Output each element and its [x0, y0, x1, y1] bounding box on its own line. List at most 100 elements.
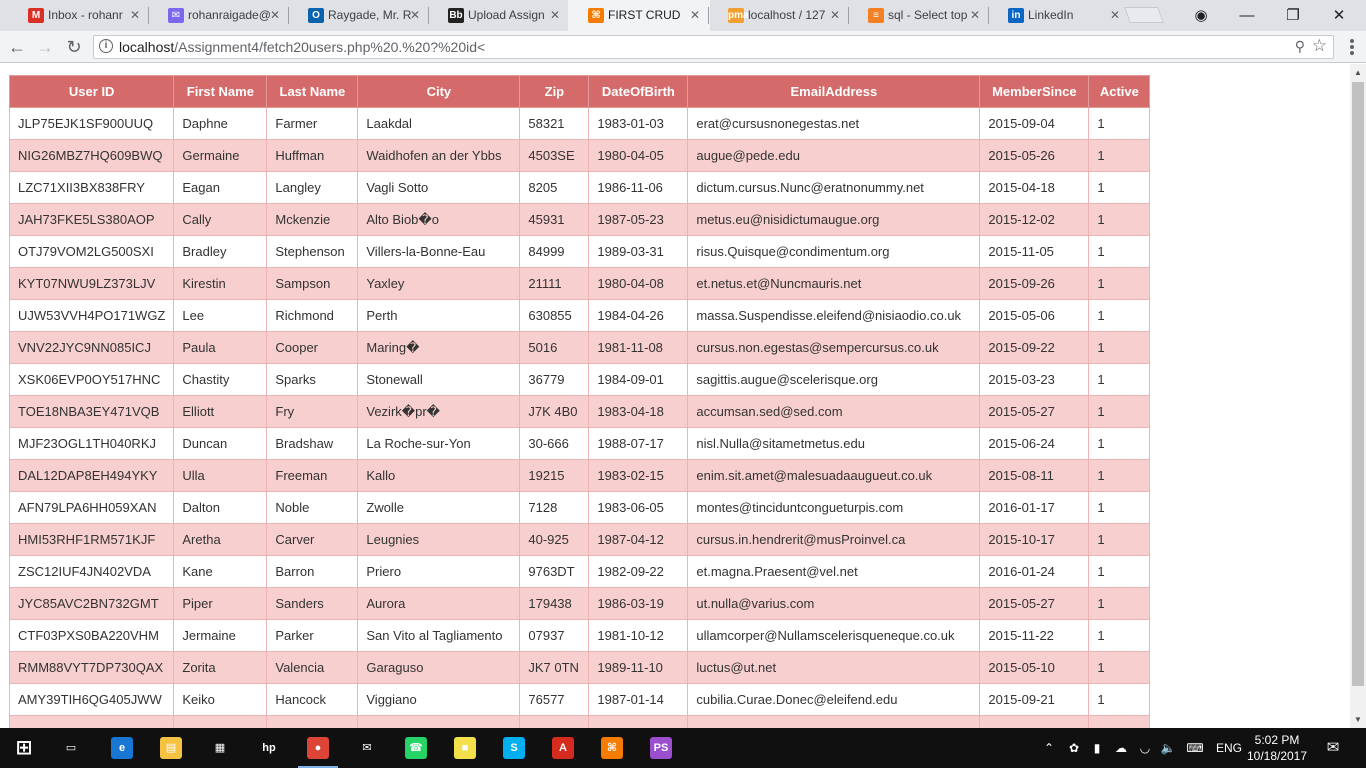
back-icon[interactable]: ← — [4, 35, 30, 59]
close-window-button[interactable]: ✕ — [1316, 0, 1362, 31]
tab-5[interactable]: ⌘ FIRST CRUD ✕ — [568, 0, 710, 31]
table-cell: CTF03PXS0BA220VHM — [8, 619, 175, 652]
table-cell: Yaxley — [357, 267, 521, 300]
tray-overflow-chevron-icon[interactable]: ⌃ — [1040, 728, 1058, 768]
table-cell: OTJ79VOM2LG500SXI — [8, 235, 175, 268]
tab-title: FIRST CRUD — [608, 8, 681, 22]
tab-3[interactable]: O Raygade, Mr. R ✕ — [288, 0, 430, 31]
zoom-icon[interactable]: ⚲ — [1295, 38, 1305, 55]
table-cell: 1 — [1088, 491, 1151, 524]
table-cell: 1 — [1088, 299, 1151, 332]
tab-1[interactable]: M Inbox - rohanr ✕ — [8, 0, 150, 31]
wifi-icon[interactable]: ◡ — [1136, 728, 1154, 768]
reload-icon[interactable]: ↻ — [61, 35, 87, 59]
scroll-down-arrow-icon[interactable]: ▼ — [1350, 711, 1366, 728]
table-cell: JAH73FKE5LS380AOP — [8, 203, 175, 236]
column-header: User ID — [8, 75, 175, 108]
table-cell: J7K 4B0 — [519, 395, 590, 428]
tab-title: Raygade, Mr. R — [328, 8, 412, 22]
file-explorer-icon[interactable]: ▤ — [147, 728, 195, 768]
tab-6[interactable]: pma localhost / 127 ✕ — [708, 0, 850, 31]
system-clock[interactable]: 5:02 PM 10/18/2017 — [1242, 732, 1312, 764]
tab-8[interactable]: in LinkedIn ✕ — [988, 0, 1130, 31]
onedrive-icon[interactable]: ☁ — [1111, 728, 1131, 768]
table-cell: Alto Biob�o — [357, 203, 521, 236]
phpstorm-icon[interactable]: PS — [637, 728, 685, 768]
table-cell: Freeman — [266, 459, 359, 492]
close-tab-icon[interactable]: ✕ — [130, 0, 140, 31]
close-tab-icon[interactable]: ✕ — [690, 0, 700, 31]
action-center-icon[interactable]: ✉ — [1320, 728, 1346, 768]
store-icon[interactable]: ▦ — [196, 728, 244, 768]
mail-icon[interactable]: ✉ — [343, 728, 391, 768]
tray-app-icon[interactable]: ✿ — [1064, 728, 1084, 768]
table-cell: et.magna.Praesent@vel.net — [687, 555, 981, 588]
table-cell: HMI53RHF1RM571KJF — [8, 523, 175, 556]
url-text[interactable]: localhost/Assignment4/fetch20users.php%2… — [119, 36, 485, 58]
table-cell: Stonewall — [357, 363, 521, 396]
close-tab-icon[interactable]: ✕ — [270, 0, 280, 31]
profile-icon[interactable]: ◉ — [1178, 0, 1224, 31]
keyboard-icon[interactable]: ⌨ — [1183, 728, 1207, 768]
forward-icon[interactable]: → — [32, 35, 58, 59]
table-cell: 1 — [1088, 619, 1151, 652]
close-tab-icon[interactable]: ✕ — [830, 0, 840, 31]
table-cell: 2015-05-26 — [979, 139, 1090, 172]
site-info-icon[interactable]: i — [99, 39, 113, 53]
skype-icon[interactable]: S — [490, 728, 538, 768]
table-cell: Sanders — [266, 587, 359, 620]
table-cell — [588, 715, 689, 728]
maximize-button[interactable]: ❐ — [1270, 0, 1316, 31]
table-cell: 1 — [1088, 203, 1151, 236]
table-cell: cubilia.Curae.Donec@eleifend.edu — [687, 683, 981, 716]
acrobat-icon[interactable]: A — [539, 728, 587, 768]
close-tab-icon[interactable]: ✕ — [970, 0, 980, 31]
volume-icon[interactable]: 🔈 — [1159, 728, 1177, 768]
table-row: UJW53VVH4PO171WGZ Lee Richmond Perth 630855 1… — [8, 299, 1151, 332]
tab-title: Inbox - rohanr — [48, 8, 123, 22]
table-cell: Valencia — [266, 651, 359, 684]
xampp-icon[interactable]: ⌘ — [588, 728, 636, 768]
close-tab-icon[interactable]: ✕ — [1110, 0, 1120, 31]
scrollbar-thumb[interactable] — [1352, 82, 1364, 686]
task-view-icon[interactable]: ▭ — [47, 728, 95, 768]
battery-icon[interactable]: ▮ — [1088, 728, 1106, 768]
table-cell: Waidhofen an der Ybbs — [357, 139, 521, 172]
close-tab-icon[interactable]: ✕ — [410, 0, 420, 31]
bookmark-star-icon[interactable]: ☆ — [1312, 36, 1327, 56]
table-cell: JK7 0TN — [519, 651, 590, 684]
page-content: User ID First Name Last Name City Zip DateOfB… — [0, 64, 1350, 728]
scroll-up-arrow-icon[interactable]: ▲ — [1350, 64, 1366, 81]
table-cell — [8, 715, 175, 728]
tab-2[interactable]: ✉ rohanraigade@ ✕ — [148, 0, 290, 31]
table-cell: MJF23OGL1TH040RKJ — [8, 427, 175, 460]
chrome-icon[interactable]: ● — [294, 728, 342, 768]
table-cell: Barron — [266, 555, 359, 588]
table-cell — [519, 715, 590, 728]
whatsapp-icon[interactable]: ☎ — [392, 728, 440, 768]
table-cell: La Roche-sur-Yon — [357, 427, 521, 460]
store-glyph-icon: ▦ — [209, 737, 231, 759]
table-cell: Carver — [266, 523, 359, 556]
page-scrollbar[interactable]: ▲ ▼ — [1350, 64, 1366, 728]
table-cell: 1 — [1088, 363, 1151, 396]
browser-menu-icon[interactable] — [1344, 39, 1360, 57]
hp-icon[interactable]: hp — [245, 728, 293, 768]
table-cell: 1 — [1088, 459, 1151, 492]
tab-4[interactable]: Bb Upload Assign ✕ — [428, 0, 570, 31]
sticky-notes-icon[interactable]: ■ — [441, 728, 489, 768]
new-tab-button[interactable] — [1124, 7, 1164, 23]
table-cell: Aretha — [173, 523, 268, 556]
table-cell: accumsan.sed@sed.com — [687, 395, 981, 428]
table-cell: 1 — [1088, 267, 1151, 300]
close-tab-icon[interactable]: ✕ — [550, 0, 560, 31]
language-indicator[interactable]: ENG — [1214, 728, 1244, 768]
edge-icon[interactable]: e — [98, 728, 146, 768]
table-cell: 2015-04-18 — [979, 171, 1090, 204]
table-cell: AFN79LPA6HH059XAN — [8, 491, 175, 524]
hp-glyph-icon: hp — [258, 737, 280, 759]
address-bar[interactable]: i localhost/Assignment4/fetch20users.php… — [93, 35, 1334, 59]
start-button[interactable]: ⊞ — [0, 728, 48, 768]
minimize-button[interactable]: — — [1224, 0, 1270, 31]
tab-7[interactable]: ≡ sql - Select top ✕ — [848, 0, 990, 31]
